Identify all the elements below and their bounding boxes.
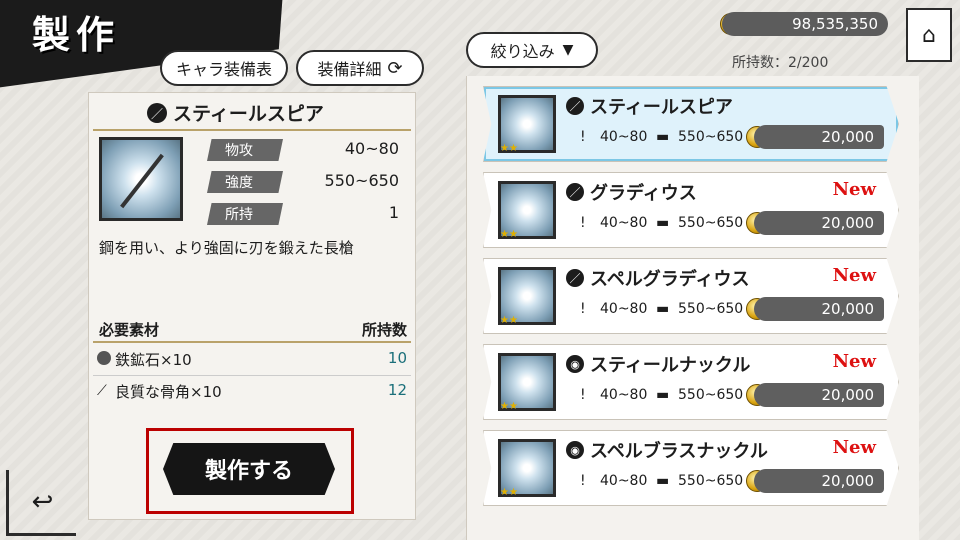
divider bbox=[93, 341, 411, 343]
attack-stat-value: 40~80 bbox=[344, 139, 399, 158]
item-name: スペルブラスナックル bbox=[590, 441, 768, 462]
durability-icon: ▬ bbox=[656, 215, 670, 231]
chara-equipment-label: キャラ装備表 bbox=[175, 60, 272, 79]
spear-category-icon: ／ bbox=[147, 103, 167, 123]
back-arrow-icon: ↩ bbox=[31, 486, 54, 517]
owned-stat-label: 所持 bbox=[207, 203, 283, 225]
equipment-detail-label: 装備詳細 bbox=[317, 60, 382, 79]
durability-value: 550~650 bbox=[678, 387, 744, 403]
durability-icon: ▬ bbox=[656, 129, 670, 145]
price: 20,000 bbox=[754, 297, 884, 321]
durability-stat-label: 強度 bbox=[207, 171, 283, 193]
attack-icon: ! bbox=[580, 215, 586, 231]
durability-value: 550~650 bbox=[678, 301, 744, 317]
price: 20,000 bbox=[754, 125, 884, 149]
material-count: 12 bbox=[387, 381, 407, 399]
item-name: グラディウス bbox=[590, 183, 697, 204]
list-item[interactable]: ★★ ／ グラディウス New ! 40~80 ▬ 550~650 20,000 bbox=[483, 172, 899, 248]
craft-button-highlight: 製作する bbox=[146, 428, 354, 514]
bone-icon: ⟋ bbox=[97, 383, 107, 399]
price: 20,000 bbox=[754, 469, 884, 493]
rarity-stars-icon: ★★ bbox=[500, 401, 518, 412]
home-icon: ⌂ bbox=[922, 22, 936, 48]
attack-icon: ! bbox=[580, 473, 586, 489]
rarity-stars-icon: ★★ bbox=[500, 487, 518, 498]
divider bbox=[93, 375, 411, 376]
category-icon: ／ bbox=[566, 97, 584, 115]
attack-value: 40~80 bbox=[600, 215, 648, 231]
durability-stat-value: 550~650 bbox=[324, 171, 399, 190]
list-item[interactable]: ★★ ／ スティールスピア ! 40~80 ▬ 550~650 20,000 bbox=[483, 86, 899, 162]
selected-item-image bbox=[99, 137, 183, 221]
attack-icon: ! bbox=[580, 129, 586, 145]
material-count: 10 bbox=[387, 349, 407, 367]
material-row: 鉄鉱石×10 10 bbox=[89, 345, 415, 375]
category-icon: ◉ bbox=[566, 441, 584, 459]
attack-icon: ! bbox=[580, 301, 586, 317]
category-icon: ◉ bbox=[566, 355, 584, 373]
new-badge: New bbox=[832, 179, 876, 200]
owned-count-header: 所持数 bbox=[361, 321, 407, 339]
durability-icon: ▬ bbox=[656, 473, 670, 489]
attack-value: 40~80 bbox=[600, 473, 648, 489]
list-item[interactable]: ★★ ◉ スティールナックル New ! 40~80 ▬ 550~650 20,… bbox=[483, 344, 899, 420]
durability-value: 550~650 bbox=[678, 215, 744, 231]
material-name: 鉄鉱石×10 bbox=[115, 351, 192, 369]
durability-value: 550~650 bbox=[678, 129, 744, 145]
filter-label: 絞り込み bbox=[490, 42, 555, 61]
iron-ore-icon bbox=[97, 351, 111, 365]
money-display: 98,535,350 bbox=[722, 12, 888, 36]
category-icon: ／ bbox=[566, 183, 584, 201]
spear-icon bbox=[120, 153, 164, 209]
attack-value: 40~80 bbox=[600, 387, 648, 403]
price: 20,000 bbox=[754, 383, 884, 407]
material-row: ⟋ 良質な骨角×10 12 bbox=[89, 377, 415, 407]
equipment-detail-button[interactable]: 装備詳細 ⟳ bbox=[296, 50, 424, 86]
craft-item-list[interactable]: ★★ ／ スティールスピア ! 40~80 ▬ 550~650 20,000 ★… bbox=[466, 76, 919, 540]
materials-header: 必要素材 bbox=[99, 321, 160, 339]
item-name: スティールスピア bbox=[590, 97, 733, 118]
price: 20,000 bbox=[754, 211, 884, 235]
new-badge: New bbox=[832, 351, 876, 372]
new-badge: New bbox=[832, 265, 876, 286]
durability-icon: ▬ bbox=[656, 301, 670, 317]
divider bbox=[93, 129, 411, 131]
list-item[interactable]: ★★ ◉ スペルブラスナックル New ! 40~80 ▬ 550~650 20… bbox=[483, 430, 899, 506]
craft-button[interactable]: 製作する bbox=[163, 443, 335, 495]
rarity-stars-icon: ★★ bbox=[500, 143, 518, 154]
category-icon: ／ bbox=[566, 269, 584, 287]
rarity-stars-icon: ★★ bbox=[500, 315, 518, 326]
rarity-stars-icon: ★★ bbox=[500, 229, 518, 240]
possession-count: 所持数：2/200 bbox=[732, 55, 829, 71]
owned-stat-value: 1 bbox=[388, 203, 399, 222]
filter-button[interactable]: 絞り込み ▼ bbox=[466, 32, 598, 68]
home-button[interactable]: ⌂ bbox=[906, 8, 952, 62]
item-name: スペルグラディウス bbox=[590, 269, 750, 290]
attack-icon: ! bbox=[580, 387, 586, 403]
chevron-down-icon: ▼ bbox=[562, 42, 574, 58]
durability-value: 550~650 bbox=[678, 473, 744, 489]
material-name: 良質な骨角×10 bbox=[115, 383, 222, 401]
selected-item-name: スティールスピア bbox=[173, 103, 324, 125]
durability-icon: ▬ bbox=[656, 387, 670, 403]
list-item[interactable]: ★★ ／ スペルグラディウス New ! 40~80 ▬ 550~650 20,… bbox=[483, 258, 899, 334]
back-button[interactable]: ↩ bbox=[6, 470, 76, 536]
item-description: 鋼を用い、より強固に刃を鍛えた長槍 bbox=[99, 239, 354, 257]
new-badge: New bbox=[832, 437, 876, 458]
refresh-icon: ⟳ bbox=[387, 57, 403, 79]
page-title: 製作 bbox=[32, 13, 121, 57]
attack-stat-label: 物攻 bbox=[207, 139, 283, 161]
chara-equipment-button[interactable]: キャラ装備表 bbox=[160, 50, 288, 86]
item-name: スティールナックル bbox=[590, 355, 751, 376]
attack-value: 40~80 bbox=[600, 301, 648, 317]
attack-value: 40~80 bbox=[600, 129, 648, 145]
